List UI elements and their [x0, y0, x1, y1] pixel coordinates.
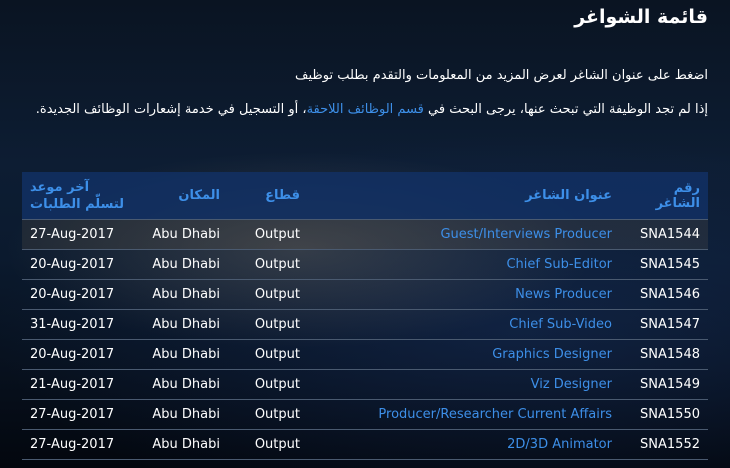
header-deadline: آخر موعد لتسلّم الطلبات [22, 172, 138, 220]
search-note-before: إذا لم تجد الوظيفة التي تبحث عنها، يرجى … [423, 102, 708, 117]
vacancy-sector: Output [228, 279, 308, 310]
vacancy-title-cell: News Producer [308, 279, 620, 310]
vacancy-title-cell: Chief Sub-Video [308, 309, 620, 340]
vacancy-deadline: 20-Aug-2017 [22, 249, 138, 280]
vacancy-sector: Output [228, 219, 308, 250]
future-jobs-link[interactable]: قسم الوظائف اللاحقة [307, 102, 424, 117]
vacancy-ref: SNA1544 [620, 219, 708, 250]
vacancies-page: قائمة الشواغر اضغط على عنوان الشاغر لعرض… [0, 0, 730, 468]
vacancy-sector: Output [228, 429, 308, 460]
vacancy-title-link[interactable]: Chief Sub-Video [509, 317, 612, 332]
vacancy-sector: Output [228, 309, 308, 340]
vacancy-deadline: 31-Aug-2017 [22, 309, 138, 340]
vacancy-sector: Output [228, 339, 308, 370]
header-title: عنوان الشاغر [308, 172, 620, 220]
header-sector: قطاع [228, 172, 308, 220]
vacancy-deadline: 27-Aug-2017 [22, 429, 138, 460]
table-row: SNA1550 Producer/Researcher Current Affa… [22, 399, 708, 430]
vacancy-ref: SNA1550 [620, 399, 708, 430]
table-row: SNA1544 Guest/Interviews Producer Output… [22, 219, 708, 250]
vacancy-ref: SNA1552 [620, 429, 708, 460]
vacancy-sector: Output [228, 369, 308, 400]
vacancy-title-link[interactable]: Chief Sub-Editor [506, 257, 612, 272]
vacancy-title-link[interactable]: Graphics Designer [492, 347, 612, 362]
vacancy-ref: SNA1547 [620, 309, 708, 340]
vacancy-title-cell: Guest/Interviews Producer [308, 219, 620, 250]
vacancy-location: Abu Dhabi [138, 399, 228, 430]
vacancy-ref: SNA1546 [620, 279, 708, 310]
vacancy-deadline: 27-Aug-2017 [22, 219, 138, 250]
vacancy-location: Abu Dhabi [138, 279, 228, 310]
vacancy-ref: SNA1549 [620, 369, 708, 400]
table-row: SNA1546 News Producer Output Abu Dhabi 2… [22, 279, 708, 310]
vacancy-location: Abu Dhabi [138, 219, 228, 250]
vacancy-sector: Output [228, 399, 308, 430]
table-row: SNA1545 Chief Sub-Editor Output Abu Dhab… [22, 249, 708, 280]
vacancy-title-cell: Graphics Designer [308, 339, 620, 370]
table-row: SNA1552 2D/3D Animator Output Abu Dhabi … [22, 429, 708, 460]
vacancy-deadline: 21-Aug-2017 [22, 369, 138, 400]
table-header-row: رقم الشاغر عنوان الشاغر قطاع المكان آخر … [22, 172, 708, 220]
vacancy-ref: SNA1548 [620, 339, 708, 370]
vacancy-title-link[interactable]: Viz Designer [531, 377, 612, 392]
table-row: SNA1547 Chief Sub-Video Output Abu Dhabi… [22, 309, 708, 340]
vacancy-title-cell: Producer/Researcher Current Affairs [308, 399, 620, 430]
vacancy-location: Abu Dhabi [138, 369, 228, 400]
vacancy-title-cell: Viz Designer [308, 369, 620, 400]
vacancy-deadline: 27-Aug-2017 [22, 399, 138, 430]
header-location: المكان [138, 172, 228, 220]
table-row: SNA1549 Viz Designer Output Abu Dhabi 21… [22, 369, 708, 400]
vacancy-title-link[interactable]: Guest/Interviews Producer [440, 227, 612, 242]
vacancy-location: Abu Dhabi [138, 309, 228, 340]
search-note-after: ، أو التسجيل في خدمة إشعارات الوظائف الج… [35, 102, 307, 117]
vacancy-title-link[interactable]: News Producer [515, 287, 612, 302]
table-row: SNA1548 Graphics Designer Output Abu Dha… [22, 339, 708, 370]
vacancies-table: رقم الشاغر عنوان الشاغر قطاع المكان آخر … [22, 172, 708, 460]
vacancy-title-link[interactable]: 2D/3D Animator [507, 437, 612, 452]
vacancy-deadline: 20-Aug-2017 [22, 279, 138, 310]
vacancy-location: Abu Dhabi [138, 249, 228, 280]
vacancy-title-cell: 2D/3D Animator [308, 429, 620, 460]
vacancy-location: Abu Dhabi [138, 339, 228, 370]
vacancy-title-link[interactable]: Producer/Researcher Current Affairs [378, 407, 612, 422]
vacancy-sector: Output [228, 249, 308, 280]
vacancy-ref: SNA1545 [620, 249, 708, 280]
search-note: إذا لم تجد الوظيفة التي تبحث عنها، يرجى … [18, 100, 708, 120]
vacancy-title-cell: Chief Sub-Editor [308, 249, 620, 280]
vacancy-deadline: 20-Aug-2017 [22, 339, 138, 370]
header-ref: رقم الشاغر [620, 172, 708, 220]
page-title: قائمة الشواغر [574, 6, 708, 28]
intro-text: اضغط على عنوان الشاغر لعرض المزيد من الم… [295, 68, 708, 83]
vacancy-location: Abu Dhabi [138, 429, 228, 460]
